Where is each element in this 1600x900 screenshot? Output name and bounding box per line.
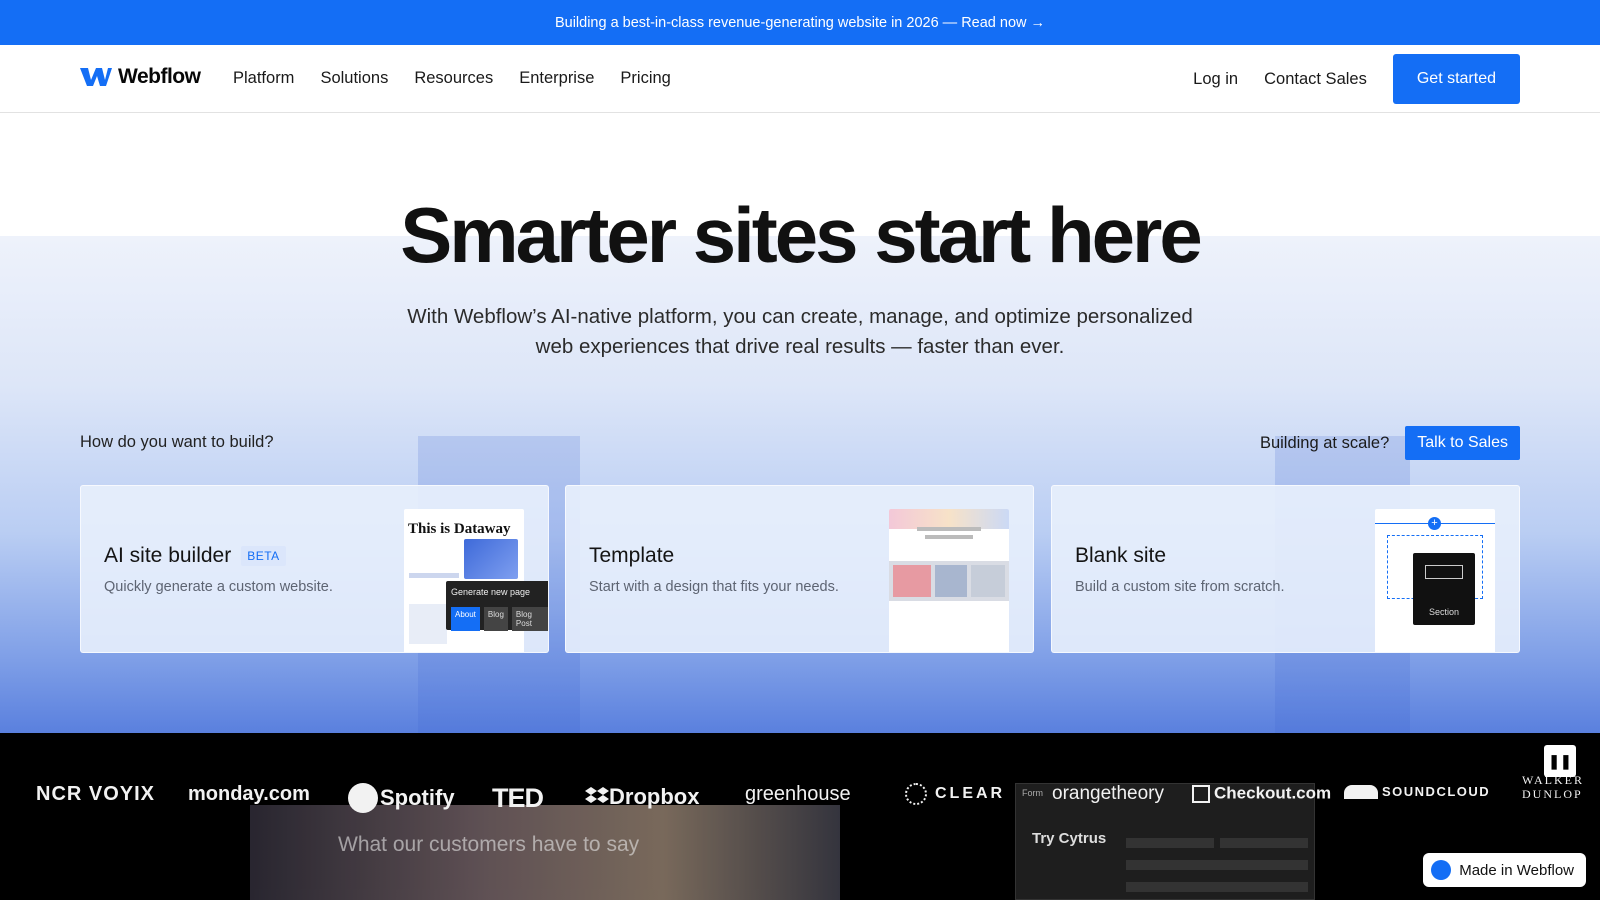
clear-icon: [905, 783, 927, 805]
nav-solutions[interactable]: Solutions: [320, 69, 388, 88]
form-label: Form: [1022, 788, 1043, 798]
customer-logos-bar: What our customers have to say Form Try …: [0, 733, 1600, 900]
nav-enterprise[interactable]: Enterprise: [519, 69, 594, 88]
logo-greenhouse: greenhouse: [745, 783, 851, 805]
contact-sales-link[interactable]: Contact Sales: [1264, 70, 1367, 89]
spotify-icon: [348, 783, 378, 813]
logo-text: Webflow: [118, 65, 201, 88]
logo-spotify: Spotify: [348, 783, 455, 813]
customer-video[interactable]: What our customers have to say: [250, 805, 840, 900]
talk-to-sales-button[interactable]: Talk to Sales: [1405, 426, 1520, 460]
generate-page-popup: Generate new page About Blog Blog Post: [446, 581, 548, 631]
dropbox-icon: [585, 787, 609, 807]
card-desc: Build a custom site from scratch.: [1075, 579, 1285, 595]
login-link[interactable]: Log in: [1193, 70, 1238, 89]
checkout-icon: [1192, 784, 1210, 803]
chip-blog: Blog: [483, 607, 508, 631]
banner-text[interactable]: Building a best-in-class revenue-generat…: [555, 15, 1045, 31]
webflow-badge-icon: [1431, 860, 1452, 880]
card-title-text: AI site builder: [104, 544, 232, 567]
nav-links: Platform Solutions Resources Enterprise …: [233, 69, 671, 88]
card-title-text: Blank site: [1075, 544, 1167, 567]
card-title: AI site builder BETA: [104, 544, 286, 568]
logo-monday: monday.com: [188, 783, 310, 805]
nav-platform[interactable]: Platform: [233, 69, 294, 88]
hero-headline: Smarter sites start here: [400, 191, 1202, 279]
card-desc: Start with a design that fits your needs…: [589, 579, 839, 595]
pause-button[interactable]: ❚❚: [1544, 745, 1576, 777]
nav-resources[interactable]: Resources: [414, 69, 493, 88]
top-nav: Webflow Platform Solutions Resources Ent…: [0, 45, 1600, 113]
scale-cta: Building at scale? Talk to Sales: [1260, 426, 1520, 460]
logo-orangetheory: orangetheory: [1052, 783, 1164, 804]
logo-clear: CLEAR: [905, 783, 1005, 805]
logo-checkout: Checkout.com: [1192, 783, 1331, 804]
thumb-title: This is Dataway: [408, 521, 511, 537]
card-blank-site[interactable]: Blank site Build a custom site from scra…: [1051, 485, 1520, 653]
logo-ted: TED: [492, 783, 544, 813]
popup-title: Generate new page: [451, 587, 531, 597]
get-started-button[interactable]: Get started: [1392, 54, 1520, 104]
card-desc: Quickly generate a custom website.: [104, 579, 333, 595]
hero-subhead: With Webflow’s AI-native platform, you c…: [407, 305, 1193, 358]
card-template[interactable]: Template Start with a design that fits y…: [565, 485, 1034, 653]
beta-badge: BETA: [241, 546, 286, 566]
webflow-logo[interactable]: Webflow: [80, 65, 201, 89]
pause-icon: ❚❚: [1548, 752, 1572, 769]
card-title: Blank site: [1075, 544, 1166, 568]
add-section-icon: +: [1428, 517, 1441, 530]
nav-actions: Log in Contact Sales Get started: [1193, 54, 1520, 104]
section-label: Section: [1428, 607, 1460, 617]
video-caption: What our customers have to say: [338, 833, 640, 856]
scale-label: Building at scale?: [1259, 433, 1390, 452]
card-title: Template: [589, 544, 674, 568]
logo-dropbox: Dropbox: [585, 783, 699, 810]
soundcloud-icon: [1344, 784, 1378, 799]
logo-ncr-voyix: NCR VOYIX: [36, 783, 156, 805]
chip-about: About: [451, 607, 480, 631]
announcement-banner[interactable]: Building a best-in-class revenue-generat…: [0, 0, 1600, 45]
made-in-text: Made in Webflow: [1459, 861, 1574, 879]
nav-pricing[interactable]: Pricing: [620, 69, 670, 88]
blank-site-thumbnail: + Section: [1375, 509, 1495, 652]
build-question: How do you want to build?: [80, 433, 274, 451]
chip-blog-post: Blog Post: [511, 607, 548, 631]
made-in-webflow-badge[interactable]: Made in Webflow: [1423, 853, 1586, 887]
webflow-logo-icon: [80, 68, 112, 86]
logo-soundcloud: SOUNDCLOUD: [1344, 783, 1490, 799]
template-thumbnail: [889, 509, 1009, 652]
card-title-text: Template: [589, 544, 675, 567]
logo-walker-dunlop: WALKER DUNLOP: [1522, 773, 1584, 801]
form-title: Try Cytrus: [1032, 830, 1107, 847]
card-ai-site-builder[interactable]: AI site builder BETA Quickly generate a …: [80, 485, 549, 653]
